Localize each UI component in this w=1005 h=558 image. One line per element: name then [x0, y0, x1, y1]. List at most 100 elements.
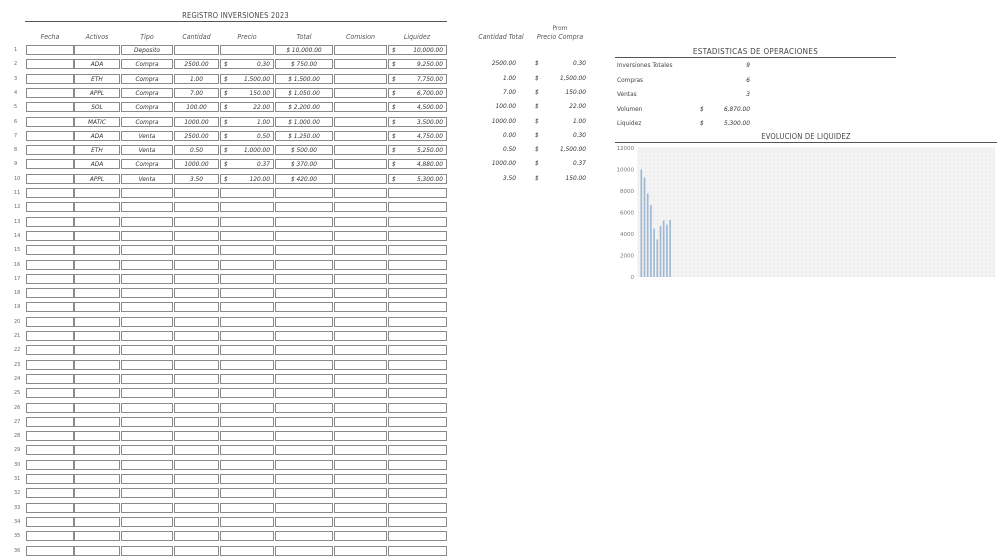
- cell-cantidad[interactable]: [174, 316, 219, 327]
- cell-comision[interactable]: [334, 130, 387, 141]
- cell-precio[interactable]: [220, 316, 274, 327]
- cell-comision[interactable]: [334, 188, 387, 198]
- cell-precio[interactable]: [220, 416, 274, 427]
- cell-cantidad[interactable]: [174, 388, 219, 399]
- cell-cantidad[interactable]: 100.00: [174, 102, 219, 113]
- cell-precio[interactable]: [220, 288, 274, 299]
- cell-fecha[interactable]: [26, 216, 74, 227]
- cell-tipo[interactable]: [121, 273, 173, 284]
- cell-total[interactable]: [275, 545, 333, 556]
- cell-cantidad[interactable]: 0.50: [174, 145, 219, 156]
- cell-precio[interactable]: [220, 459, 274, 470]
- cell-precio[interactable]: [220, 202, 274, 213]
- cell-cantidad[interactable]: [174, 459, 219, 470]
- cell-tipo[interactable]: Deposito: [121, 45, 173, 55]
- cell-total[interactable]: [275, 445, 333, 456]
- cell-cantidad[interactable]: [174, 488, 219, 499]
- cell-comision[interactable]: [334, 474, 387, 484]
- cell-total[interactable]: [275, 202, 333, 213]
- cell-tipo[interactable]: [121, 359, 173, 370]
- cell-cantidad[interactable]: [174, 259, 219, 270]
- cell-tipo[interactable]: [121, 531, 173, 542]
- cell-comision[interactable]: [334, 331, 387, 341]
- cell-activo[interactable]: ADA: [74, 159, 120, 170]
- cell-activo[interactable]: [74, 431, 120, 442]
- cell-fecha[interactable]: [26, 459, 74, 470]
- cell-precio[interactable]: [220, 273, 274, 284]
- cell-tipo[interactable]: [121, 259, 173, 270]
- cell-activo[interactable]: APPL: [74, 173, 120, 184]
- cell-comision[interactable]: [334, 373, 387, 384]
- cell-precio[interactable]: [220, 531, 274, 542]
- cell-cantidad[interactable]: [174, 230, 219, 241]
- cell-comision[interactable]: [334, 545, 387, 556]
- cell-total[interactable]: [275, 431, 333, 442]
- cell-total[interactable]: $ 10,000.00: [275, 45, 333, 55]
- cell-liquidez[interactable]: $10,000.00: [388, 45, 447, 55]
- cell-fecha[interactable]: [26, 545, 74, 556]
- cell-precio[interactable]: [220, 388, 274, 399]
- cell-cantidad[interactable]: [174, 516, 219, 527]
- cell-liquidez[interactable]: [388, 273, 447, 284]
- cell-liquidez[interactable]: [388, 345, 447, 356]
- cell-fecha[interactable]: [26, 531, 74, 542]
- cell-comision[interactable]: [334, 502, 387, 513]
- cell-precio[interactable]: $22.00: [220, 102, 274, 113]
- cell-tipo[interactable]: Compra: [121, 116, 173, 127]
- cell-tipo[interactable]: [121, 445, 173, 456]
- cell-precio[interactable]: $120.00: [220, 173, 274, 184]
- cell-activo[interactable]: [74, 388, 120, 399]
- cell-total[interactable]: $ 500.00: [275, 145, 333, 156]
- cell-cantidad[interactable]: 1000.00: [174, 116, 219, 127]
- cell-liquidez[interactable]: [388, 316, 447, 327]
- cell-fecha[interactable]: [26, 388, 74, 399]
- cell-total[interactable]: [275, 474, 333, 484]
- cell-cantidad[interactable]: 2500.00: [174, 130, 219, 141]
- cell-liquidez[interactable]: [388, 202, 447, 213]
- cell-precio[interactable]: [220, 402, 274, 413]
- cell-activo[interactable]: [74, 459, 120, 470]
- cell-total[interactable]: [275, 216, 333, 227]
- cell-comision[interactable]: [334, 402, 387, 413]
- cell-cantidad[interactable]: [174, 373, 219, 384]
- cell-total[interactable]: [275, 516, 333, 527]
- cell-precio[interactable]: $0.37: [220, 159, 274, 170]
- cell-precio[interactable]: [220, 474, 274, 484]
- cell-activo[interactable]: ETH: [74, 145, 120, 156]
- cell-precio[interactable]: [220, 445, 274, 456]
- cell-liquidez[interactable]: $3,500.00: [388, 116, 447, 127]
- cell-total[interactable]: [275, 388, 333, 399]
- cell-cantidad[interactable]: [174, 545, 219, 556]
- cell-fecha[interactable]: [26, 516, 74, 527]
- cell-comision[interactable]: [334, 259, 387, 270]
- cell-precio[interactable]: [220, 245, 274, 256]
- cell-activo[interactable]: [74, 331, 120, 341]
- cell-activo[interactable]: [74, 273, 120, 284]
- cell-fecha[interactable]: [26, 102, 74, 113]
- cell-precio[interactable]: [220, 359, 274, 370]
- cell-cantidad[interactable]: [174, 331, 219, 341]
- cell-tipo[interactable]: Compra: [121, 59, 173, 70]
- cell-cantidad[interactable]: [174, 45, 219, 55]
- cell-tipo[interactable]: [121, 245, 173, 256]
- cell-cantidad[interactable]: [174, 502, 219, 513]
- cell-comision[interactable]: [334, 459, 387, 470]
- cell-fecha[interactable]: [26, 116, 74, 127]
- cell-cantidad[interactable]: 1.00: [174, 73, 219, 84]
- cell-total[interactable]: [275, 302, 333, 313]
- cell-fecha[interactable]: [26, 331, 74, 341]
- cell-activo[interactable]: [74, 245, 120, 256]
- cell-liquidez[interactable]: [388, 216, 447, 227]
- cell-cantidad[interactable]: [174, 188, 219, 198]
- cell-cantidad[interactable]: 3.50: [174, 173, 219, 184]
- cell-fecha[interactable]: [26, 402, 74, 413]
- cell-total[interactable]: [275, 273, 333, 284]
- cell-activo[interactable]: [74, 188, 120, 198]
- cell-total[interactable]: [275, 502, 333, 513]
- cell-comision[interactable]: [334, 531, 387, 542]
- cell-liquidez[interactable]: [388, 188, 447, 198]
- cell-tipo[interactable]: Compra: [121, 159, 173, 170]
- cell-activo[interactable]: [74, 230, 120, 241]
- cell-total[interactable]: [275, 345, 333, 356]
- cell-precio[interactable]: $0.30: [220, 59, 274, 70]
